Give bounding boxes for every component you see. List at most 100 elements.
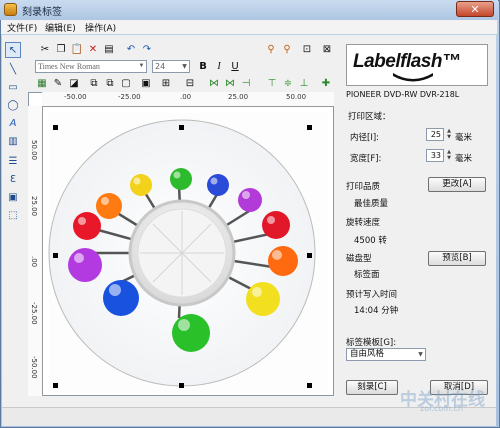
ruler-tick: -50.00: [64, 93, 87, 101]
print-quality-label: 打印品质: [346, 182, 381, 192]
align-right-icon[interactable]: ⊣: [239, 77, 253, 91]
pointer-tool-icon[interactable]: ↖: [5, 42, 21, 58]
menu-operate[interactable]: 操作(A): [85, 21, 116, 34]
ruler-tick: -25.00: [118, 93, 141, 101]
disc-artwork: [48, 113, 329, 393]
ruler-tick: .00: [180, 93, 192, 101]
inner-diameter-label: 内径[I]:: [350, 133, 380, 143]
width-label: 宽度[F]:: [350, 154, 382, 164]
speed-value: 4500 转: [354, 236, 387, 246]
template-value: 自由风格: [350, 349, 385, 359]
inner-diameter-stepper[interactable]: ▲ ▼: [445, 128, 453, 141]
cut-icon[interactable]: ✂: [38, 43, 52, 57]
list-tool-icon[interactable]: ☰: [5, 154, 21, 170]
width-stepper[interactable]: ▲ ▼: [445, 149, 453, 162]
label-canvas[interactable]: [28, 92, 334, 396]
select-region-tool-icon[interactable]: ⬚: [5, 208, 21, 224]
text-style-toolbar: B I U: [196, 60, 256, 75]
drawing-tools: ↖ ╲ ▭ ◯ A ▥ ☰ Ɛ ▣ ⬚: [2, 38, 24, 221]
ellipse-tool-icon[interactable]: ◯: [5, 98, 21, 114]
send-back-icon[interactable]: ⧉: [103, 77, 117, 91]
menu-file[interactable]: 文件(F): [7, 21, 37, 34]
speed-label: 旋转速度: [346, 218, 381, 228]
title-bar: 刻录标签 ✕: [0, 0, 498, 20]
ruler-tick: 50.00: [30, 140, 38, 161]
zoom-page-icon[interactable]: ⊡: [300, 43, 314, 57]
ruler-tick: .00: [30, 256, 38, 268]
eraser-icon[interactable]: ◪: [67, 77, 81, 91]
insert-image-icon[interactable]: ▦: [35, 77, 49, 91]
template-select[interactable]: 自由风格 ▼: [346, 348, 426, 361]
align-left-icon[interactable]: ⊟: [183, 77, 197, 91]
zoom-in-icon[interactable]: ⚲: [264, 43, 278, 57]
underline-button[interactable]: U: [228, 60, 242, 74]
chevron-down-icon: ▼: [182, 63, 187, 70]
estimated-time-value: 14:04 分钟: [354, 306, 399, 316]
toolbar-row-1: ✂ ❐ 📋 ✕ ▤ ↶ ↷ ⚲ ⚲ ⊡ ⊠: [38, 43, 338, 58]
preview-button[interactable]: 预览[B]: [428, 251, 486, 266]
vertical-ruler: 50.00 25.00 .00 -25.00 -50.00: [28, 106, 43, 396]
zoom-fit-icon[interactable]: ⊠: [320, 43, 334, 57]
ruler-tick: 50.00: [286, 93, 307, 101]
pen-icon[interactable]: ✎: [51, 77, 65, 91]
width-input[interactable]: 33: [426, 149, 444, 162]
text-tool-icon[interactable]: A: [5, 116, 21, 132]
italic-button[interactable]: I: [212, 60, 226, 74]
ruler-tick: -50.00: [30, 356, 38, 379]
undo-icon[interactable]: ↶: [124, 43, 138, 57]
fit-icon[interactable]: ⊞: [159, 77, 173, 91]
align-middle-icon[interactable]: ≑: [281, 77, 295, 91]
align-center-v-icon[interactable]: ⋈: [223, 77, 237, 91]
labelflash-logo: Labelflash™: [346, 44, 488, 86]
rectangle-tool-icon[interactable]: ▭: [5, 80, 21, 96]
align-center-h-icon[interactable]: ⋈: [207, 77, 221, 91]
bold-button[interactable]: B: [196, 60, 210, 74]
properties-icon[interactable]: ▤: [102, 43, 116, 57]
horizontal-ruler: -50.00 -25.00 .00 25.00 50.00: [42, 92, 334, 107]
chevron-down-icon: ▼: [138, 63, 145, 69]
toolbar-row-3: ▦ ✎ ◪ ⧉ ⧉ ▢ ▣ ⊞ ⊟ ⋈ ⋈ ⊣ ⊤ ≑ ⊥ ✚: [35, 77, 335, 92]
burn-button[interactable]: 刻录[C]: [346, 380, 398, 395]
ruler-tick: -25.00: [30, 302, 38, 325]
logo-swoosh-icon: [393, 73, 433, 82]
barcode-tool-icon[interactable]: ▥: [5, 134, 21, 150]
close-button[interactable]: ✕: [456, 1, 494, 17]
logo-text: Labelflash™: [353, 51, 461, 72]
paste-icon[interactable]: 📋: [70, 43, 84, 57]
print-area-label: 打印区域：: [348, 112, 391, 122]
image-tool-icon[interactable]: ▣: [5, 190, 21, 206]
inner-unit-label: 毫米: [455, 133, 473, 143]
delete-icon[interactable]: ✕: [86, 43, 100, 57]
ruler-tick: 25.00: [228, 93, 249, 101]
group-icon[interactable]: ▢: [119, 77, 133, 91]
chevron-down-icon: ▼: [418, 351, 423, 358]
watermark-url: zol.com.cn: [420, 404, 463, 413]
disc-type-value: 标签面: [354, 270, 380, 280]
redo-icon[interactable]: ↷: [140, 43, 154, 57]
curve-text-tool-icon[interactable]: Ɛ: [5, 172, 21, 188]
disc-type-label: 磁盘型: [346, 254, 372, 264]
menu-edit[interactable]: 编辑(E): [45, 21, 76, 34]
drive-name: PIONEER DVD-RW DVR-218L: [346, 90, 460, 99]
font-family-select[interactable]: Times New Roman ▼: [35, 60, 147, 73]
app-icon: [4, 3, 17, 16]
template-label: 标签模板[G]:: [346, 338, 397, 348]
align-bottom-icon[interactable]: ⊥: [297, 77, 311, 91]
window-title: 刻录标签: [22, 7, 62, 18]
width-unit-label: 毫米: [455, 154, 473, 164]
ruler-tick: 25.00: [30, 196, 38, 217]
copy-icon[interactable]: ❐: [54, 43, 68, 57]
zoom-out-icon[interactable]: ⚲: [280, 43, 294, 57]
font-size-value: 24: [155, 62, 166, 71]
change-quality-button[interactable]: 更改[A]: [428, 177, 486, 192]
ungroup-icon[interactable]: ▣: [139, 77, 153, 91]
align-top-icon[interactable]: ⊤: [265, 77, 279, 91]
font-size-select[interactable]: 24 ▼: [152, 60, 190, 73]
estimated-time-label: 预计写入时间: [346, 290, 398, 300]
center-on-disc-icon[interactable]: ✚: [319, 77, 333, 91]
menu-bar: 文件(F) 编辑(E) 操作(A): [1, 20, 497, 34]
quality-value: 最佳质量: [354, 199, 389, 209]
bring-front-icon[interactable]: ⧉: [87, 77, 101, 91]
inner-diameter-input[interactable]: 25: [426, 128, 444, 141]
line-tool-icon[interactable]: ╲: [5, 62, 21, 78]
